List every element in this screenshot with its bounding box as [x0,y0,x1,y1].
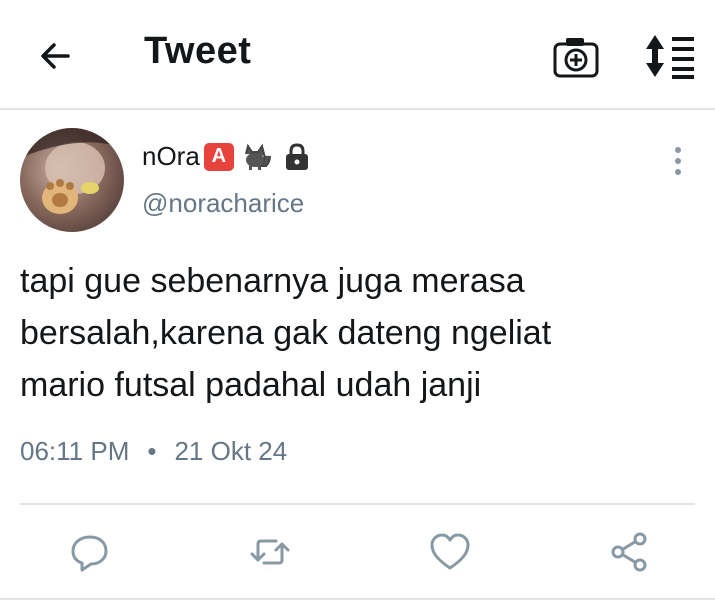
meta-separator: • [147,436,157,466]
cat-icon [244,143,271,170]
reply-icon[interactable] [68,530,112,574]
share-icon[interactable] [608,530,652,574]
sort-list-icon[interactable] [644,33,698,79]
more-options-icon[interactable] [668,146,688,176]
a-button-emoji: A [203,142,234,171]
display-name[interactable]: nOra A [142,141,314,172]
tweet-text: tapi gue sebenarnya juga merasa bersalah… [20,262,552,404]
avatar[interactable] [20,128,124,232]
top-bar: Tweet [0,0,715,110]
tweet-time: 06:11 PM [20,436,130,466]
action-bar [0,520,715,590]
camera-plus-icon[interactable] [552,35,600,79]
divider [0,598,715,600]
display-name-text: nOra [142,141,200,171]
divider [20,503,695,505]
retweet-icon[interactable] [248,530,292,574]
user-handle[interactable]: @noracharice [142,188,304,219]
page-title: Tweet [144,30,252,72]
like-icon[interactable] [428,530,472,574]
arrow-left-icon[interactable] [34,34,78,78]
tweet-date: 21 Okt 24 [174,436,288,466]
avatar-image [20,128,124,214]
tweet-meta: 06:11 PM • 21 Okt 24 [20,436,287,467]
lock-icon [285,142,308,170]
